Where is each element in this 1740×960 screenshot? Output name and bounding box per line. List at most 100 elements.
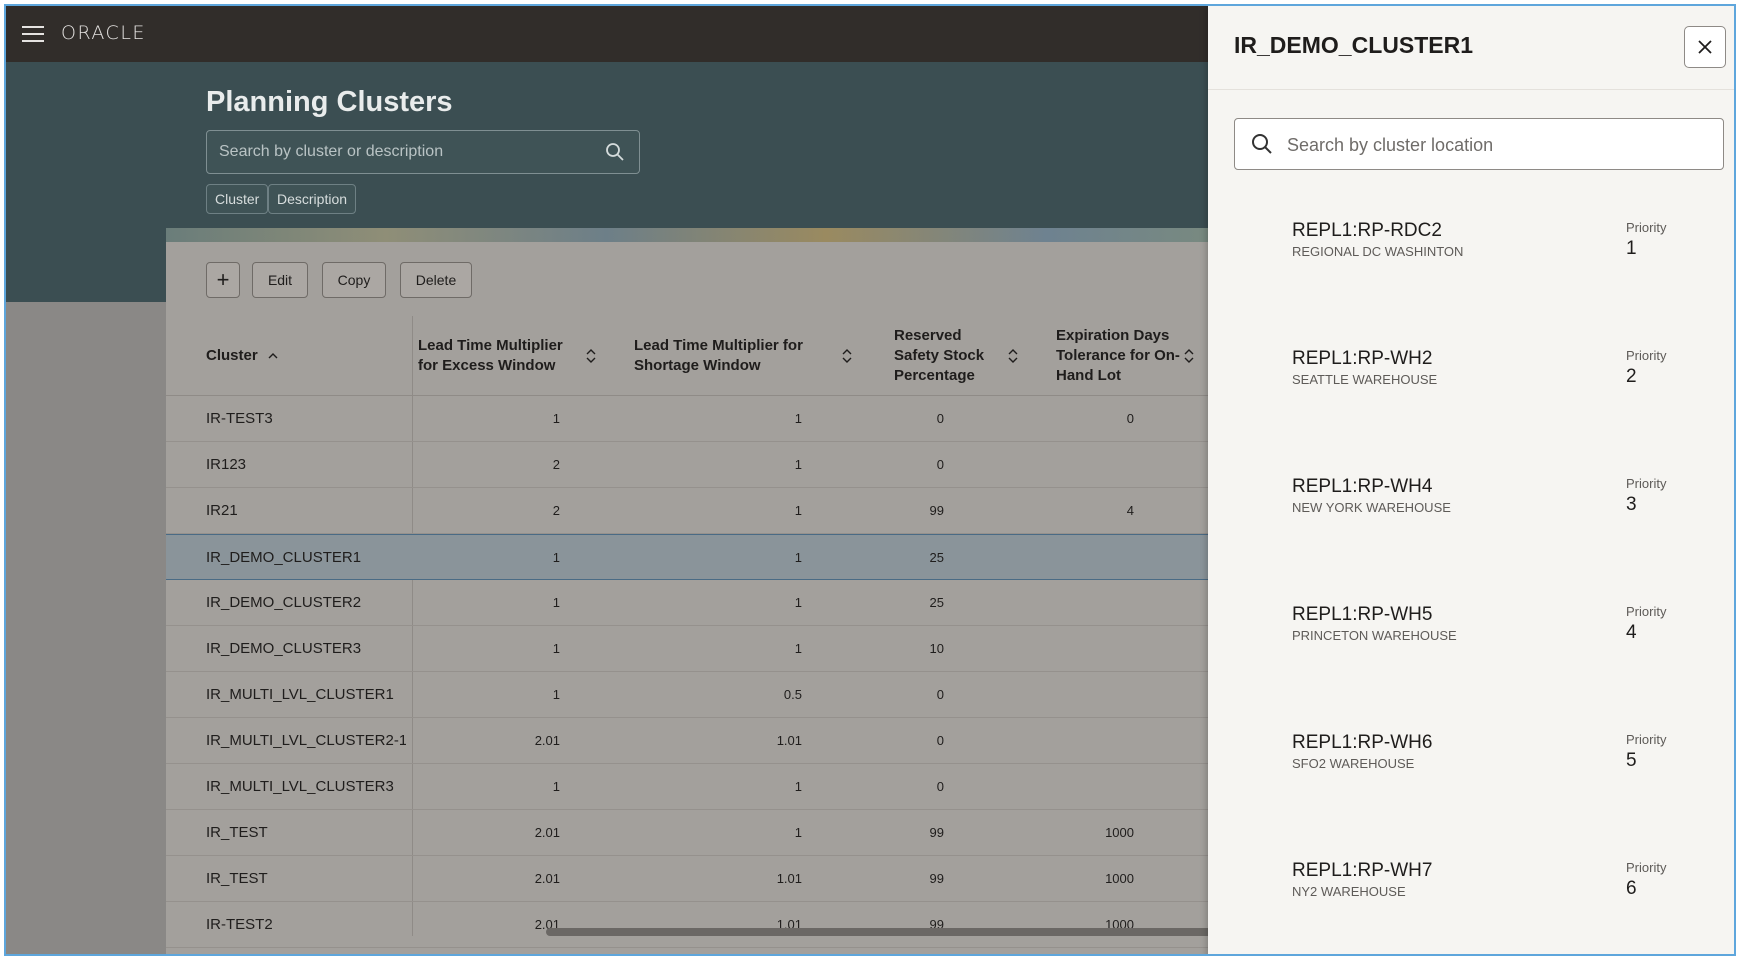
location-description: NY2 WAREHOUSE — [1292, 884, 1406, 899]
cell-safety-stock: 99 — [929, 503, 944, 518]
cluster-detail-drawer: IR_DEMO_CLUSTER1 REPL1:RP-RDC2 REGIONAL D… — [1208, 6, 1734, 954]
search-icon[interactable] — [605, 142, 625, 162]
location-list-item[interactable]: REPL1:RP-WH2 SEATTLE WAREHOUSE Priority 2 — [1208, 348, 1734, 476]
cell-expiration-tolerance: 1000 — [1105, 825, 1134, 840]
table-row[interactable]: IR_DEMO_CLUSTER3 1 1 10 — [166, 626, 1266, 672]
cell-safety-stock: 99 — [929, 825, 944, 840]
search-icon — [1252, 134, 1272, 154]
location-description: REGIONAL DC WASHINTON — [1292, 244, 1464, 259]
location-name: REPL1:RP-WH2 — [1292, 348, 1433, 369]
table-row[interactable]: IR123 2 1 0 — [166, 442, 1266, 488]
column-header-safety-stock[interactable]: Reserved Safety Stock Percentage — [894, 316, 1004, 396]
table-row[interactable]: IR_TEST 2.01 1 99 1000 — [166, 810, 1266, 856]
edit-button[interactable]: Edit — [252, 262, 308, 298]
cell-expiration-tolerance: 4 — [1126, 503, 1134, 518]
cell-expiration-tolerance — [966, 718, 1134, 764]
cell-cluster: IR_TEST — [206, 824, 268, 841]
column-header-label: Lead Time Multiplier for Excess Window — [418, 337, 563, 374]
cell-shortage-multiplier: 1.01 — [776, 917, 802, 932]
delete-button[interactable]: Delete — [400, 262, 472, 298]
sort-toggle-icon[interactable] — [586, 348, 596, 364]
oracle-logo: ORACLE — [61, 22, 146, 44]
cell-cluster: IR_TEST — [206, 870, 268, 887]
sort-toggle-icon[interactable] — [1184, 348, 1194, 364]
cluster-search-input[interactable] — [219, 141, 589, 163]
cell-cluster: IR-TEST3 — [206, 410, 273, 427]
cell-cluster: IR_DEMO_CLUSTER3 — [206, 640, 362, 657]
priority-value: 1 — [1626, 238, 1637, 259]
add-button[interactable]: + — [206, 262, 240, 298]
cell-excess-multiplier: 2.01 — [534, 825, 560, 840]
table-row[interactable]: IR_DEMO_CLUSTER2 1 1 25 — [166, 580, 1266, 626]
column-header-expiration-tolerance[interactable]: Expiration Days Tolerance for On-Hand Lo… — [1056, 316, 1182, 396]
close-button[interactable] — [1684, 26, 1726, 68]
location-list-item[interactable]: REPL1:RP-WH7 NY2 WAREHOUSE Priority 6 — [1208, 860, 1734, 954]
filter-chip-cluster[interactable]: Cluster — [206, 184, 269, 214]
column-header-excess-multiplier[interactable]: Lead Time Multiplier for Excess Window — [418, 316, 568, 396]
table-row[interactable]: IR_MULTI_LVL_CLUSTER1 1 0.5 0 — [166, 672, 1266, 718]
cell-expiration-tolerance — [966, 672, 1134, 718]
cell-cluster: IR_MULTI_LVL_CLUSTER3 — [206, 778, 394, 795]
location-description: SEATTLE WAREHOUSE — [1292, 372, 1438, 387]
cluster-search-box[interactable] — [206, 130, 640, 174]
cell-safety-stock: 25 — [929, 550, 944, 565]
column-header-cluster[interactable]: Cluster — [206, 316, 356, 396]
cell-safety-stock: 10 — [929, 641, 944, 656]
cell-excess-multiplier: 2.01 — [534, 871, 560, 886]
location-list-item[interactable]: REPL1:RP-WH6 SFO2 WAREHOUSE Priority 5 — [1208, 732, 1734, 860]
cell-cluster: IR21 — [206, 502, 238, 519]
table-row[interactable]: IR_TEST 2.01 1.01 99 1000 — [166, 856, 1266, 902]
drawer-header: IR_DEMO_CLUSTER1 — [1208, 6, 1734, 90]
cell-shortage-multiplier: 1 — [794, 779, 802, 794]
table-row[interactable]: IR-TEST3 1 1 0 0 — [166, 396, 1266, 442]
cell-expiration-tolerance: 0 — [1126, 411, 1134, 426]
cell-excess-multiplier: 2.01 — [534, 917, 560, 932]
cell-cluster: IR_DEMO_CLUSTER2 — [206, 594, 362, 611]
table-row[interactable]: IR_DEMO_CLUSTER1 1 1 25 — [166, 534, 1266, 580]
clusters-table-card: + Edit Copy Delete Cluster Lead Time Mul… — [166, 228, 1266, 954]
drawer-title: IR_DEMO_CLUSTER1 — [1234, 32, 1473, 58]
cell-shortage-multiplier: 1 — [794, 457, 802, 472]
filter-chip-description[interactable]: Description — [268, 184, 357, 214]
cell-safety-stock: 0 — [936, 779, 944, 794]
copy-button[interactable]: Copy — [322, 262, 386, 298]
sort-toggle-icon[interactable] — [842, 348, 852, 364]
location-list-item[interactable]: REPL1:RP-WH5 PRINCETON WAREHOUSE Priority 4 — [1208, 604, 1734, 732]
cell-safety-stock: 0 — [936, 457, 944, 472]
column-header-label: Cluster — [206, 347, 258, 364]
sort-ascending-icon[interactable] — [268, 352, 278, 360]
sort-toggle-icon[interactable] — [1008, 348, 1018, 364]
cell-excess-multiplier: 1 — [552, 550, 560, 565]
column-header-label: Lead Time Multiplier for Shortage Window — [634, 337, 803, 374]
location-description: SFO2 WAREHOUSE — [1292, 756, 1415, 771]
location-search-input[interactable] — [1287, 132, 1707, 158]
column-header-shortage-multiplier[interactable]: Lead Time Multiplier for Shortage Window — [634, 316, 824, 396]
horizontal-scrollbar[interactable] — [546, 928, 1266, 936]
table-row[interactable]: IR-TEST2 2.01 1.01 99 1000 — [166, 902, 1266, 948]
cell-shortage-multiplier: 1 — [794, 503, 802, 518]
close-icon[interactable] — [1697, 39, 1713, 55]
location-search-box[interactable] — [1234, 118, 1724, 170]
table-row[interactable]: IR_MULTI_LVL_CLUSTER3 1 1 0 — [166, 764, 1266, 810]
cell-expiration-tolerance — [966, 580, 1134, 626]
hamburger-menu-icon[interactable] — [22, 26, 44, 42]
column-header-label: Reserved Safety Stock Percentage — [894, 327, 985, 384]
cell-safety-stock: 99 — [929, 917, 944, 932]
location-name: REPL1:RP-WH7 — [1292, 860, 1433, 881]
location-list-item[interactable]: REPL1:RP-WH4 NEW YORK WAREHOUSE Priority 3 — [1208, 476, 1734, 604]
priority-label: Priority — [1626, 604, 1667, 619]
table-row[interactable]: IR21 2 1 99 4 — [166, 488, 1266, 534]
cell-cluster: IR_MULTI_LVL_CLUSTER2-1 — [206, 732, 406, 749]
cell-shortage-multiplier: 1 — [794, 550, 802, 565]
cell-safety-stock: 0 — [936, 687, 944, 702]
cell-safety-stock: 0 — [936, 411, 944, 426]
location-list-item[interactable]: REPL1:RP-RDC2 REGIONAL DC WASHINTON Priori… — [1208, 220, 1734, 348]
cell-shortage-multiplier: 1 — [794, 825, 802, 840]
cell-shortage-multiplier: 1 — [794, 595, 802, 610]
page-title: Planning Clusters — [206, 86, 453, 118]
background-pattern — [6, 302, 166, 954]
priority-value: 4 — [1626, 622, 1637, 643]
cell-excess-multiplier: 2 — [552, 503, 560, 518]
cell-excess-multiplier: 2.01 — [534, 733, 560, 748]
table-row[interactable]: IR_MULTI_LVL_CLUSTER2-1 2.01 1.01 0 — [166, 718, 1266, 764]
